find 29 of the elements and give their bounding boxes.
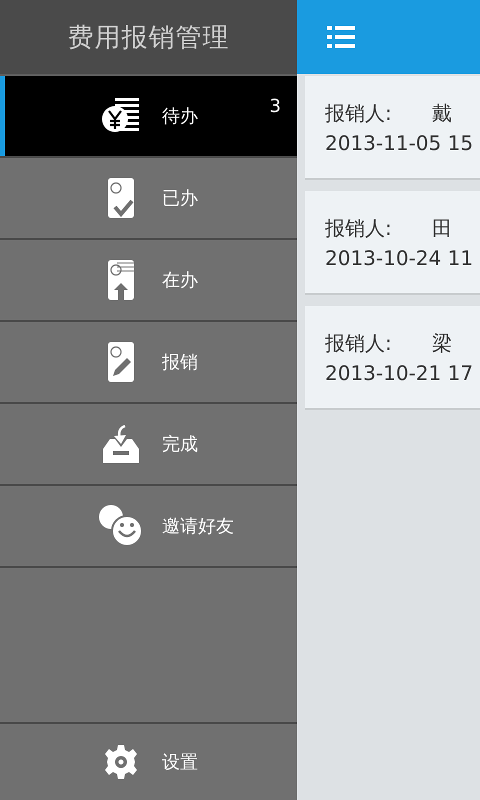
- claimant-name: 田: [432, 214, 452, 242]
- menu-label: 邀请好友: [162, 515, 234, 538]
- menu-item[interactable]: 待办 3: [0, 76, 297, 158]
- menu-label: 待办: [162, 105, 198, 128]
- claimant-label: 报销人:: [325, 100, 392, 126]
- claim-card[interactable]: 报销人: 梁 2013-10-21 17: [305, 306, 480, 410]
- inbox-tray-icon: [101, 425, 141, 463]
- pending-count: 3: [270, 96, 281, 117]
- claimant-label: 报销人:: [325, 330, 392, 356]
- claimant-label: 报销人:: [325, 214, 392, 242]
- list-icon[interactable]: [327, 26, 355, 48]
- receipt-check-icon: [107, 177, 135, 219]
- menu-label: 报销: [162, 351, 198, 374]
- menu-label: 在办: [162, 269, 198, 292]
- menu-label: 设置: [162, 751, 198, 774]
- claim-date: 2013-10-24 11: [325, 246, 474, 270]
- claim-date: 2013-11-05 15: [325, 130, 474, 154]
- menu-label: 完成: [162, 433, 198, 456]
- smiley-faces-icon: [98, 504, 144, 548]
- app-title: 费用报销管理: [68, 22, 230, 54]
- claimant-name: 戴: [432, 100, 452, 126]
- receipt-pencil-icon: [107, 341, 135, 383]
- settings-icon[interactable]: [103, 744, 139, 780]
- menu-label: 已办: [162, 187, 198, 210]
- claim-card[interactable]: 报销人: 田 2013-10-24 11: [305, 191, 480, 295]
- claim-card[interactable]: 报销人: 戴 2013-11-05 15: [305, 76, 480, 180]
- claimant-name: 梁: [432, 330, 452, 356]
- receipt-upload-icon: [107, 259, 135, 301]
- claim-date: 2013-10-21 17: [325, 360, 474, 384]
